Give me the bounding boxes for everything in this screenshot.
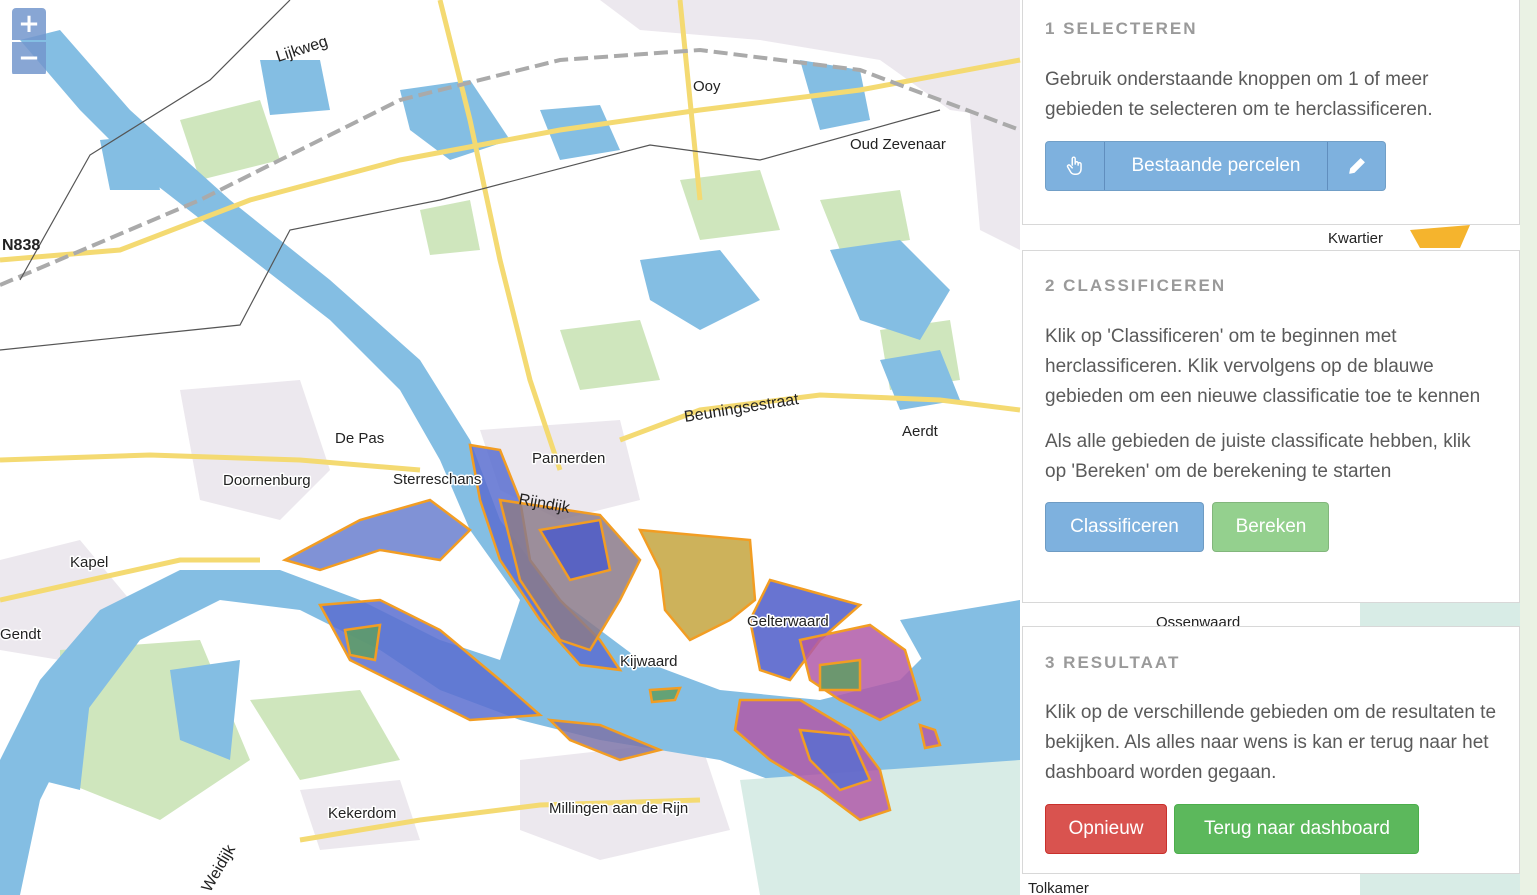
map-label: N838 [2,237,40,254]
map-label: Doornenburg [223,472,311,489]
map-label: Gelterwaard [747,613,829,630]
zoom-out-button[interactable]: − [12,42,46,74]
map-label: Sterreschans [393,471,481,488]
map-label: Gendt [0,626,42,643]
parcel-area[interactable] [818,658,862,692]
map-label: Oud Zevenaar [850,136,946,153]
panel-select: 1 SELECTEREN Gebruik onderstaande knoppe… [1022,0,1520,225]
map-label: Kijwaard [620,653,678,670]
pencil-icon [1348,158,1365,174]
zoom-in-button[interactable]: + [12,8,46,40]
panel-select-title: 1 SELECTEREN [1045,19,1198,38]
map-label: Kekerdom [328,805,396,822]
panel-classify-text: Klik op 'Classificeren' om te beginnen m… [1045,326,1481,407]
panel-classify: 2 CLASSIFICEREN Klik op 'Classificeren' … [1022,250,1520,603]
existing-parcels-label: Bestaande percelen [1131,155,1301,176]
panel-result-title: 3 RESULTAAT [1045,653,1181,672]
existing-parcels-button[interactable]: Bestaande percelen [1103,142,1328,190]
selection-button-group: Bestaande percelen [1045,141,1386,191]
reset-button[interactable]: Opnieuw [1045,804,1167,854]
panel-classify-title: 2 CLASSIFICEREN [1045,276,1227,295]
map-label: Pannerden [532,450,605,467]
parcel-area[interactable] [648,686,682,704]
back-to-dashboard-button[interactable]: Terug naar dashboard [1174,804,1420,854]
hand-pointer-icon [1066,156,1082,175]
panel-select-text: Gebruik onderstaande knoppen om 1 of mee… [1045,69,1433,120]
map-label: Aerdt [902,423,939,440]
map-label: Kapel [70,554,108,571]
calculate-button[interactable]: Bereken [1212,502,1330,552]
select-parcel-button[interactable] [1046,142,1104,190]
map-label: Tolkamer [1028,880,1089,895]
classify-button[interactable]: Classificeren [1045,502,1204,552]
map-label: Millingen aan de Rijn [549,800,688,817]
map-label: Kwartier [1328,230,1383,247]
map-edge [1520,0,1537,895]
parcel-area[interactable] [343,623,382,662]
draw-area-button[interactable] [1327,142,1385,190]
map-label: De Pas [335,430,384,447]
panel-classify-hint: Als alle gebieden de juiste classificate… [1045,431,1471,482]
zoom-control: + − [12,8,46,76]
panel-result: 3 RESULTAAT Klik op de verschillende geb… [1022,626,1520,874]
map-label: Ooy [693,78,721,95]
panel-result-text: Klik op de verschillende gebieden om de … [1045,702,1497,783]
